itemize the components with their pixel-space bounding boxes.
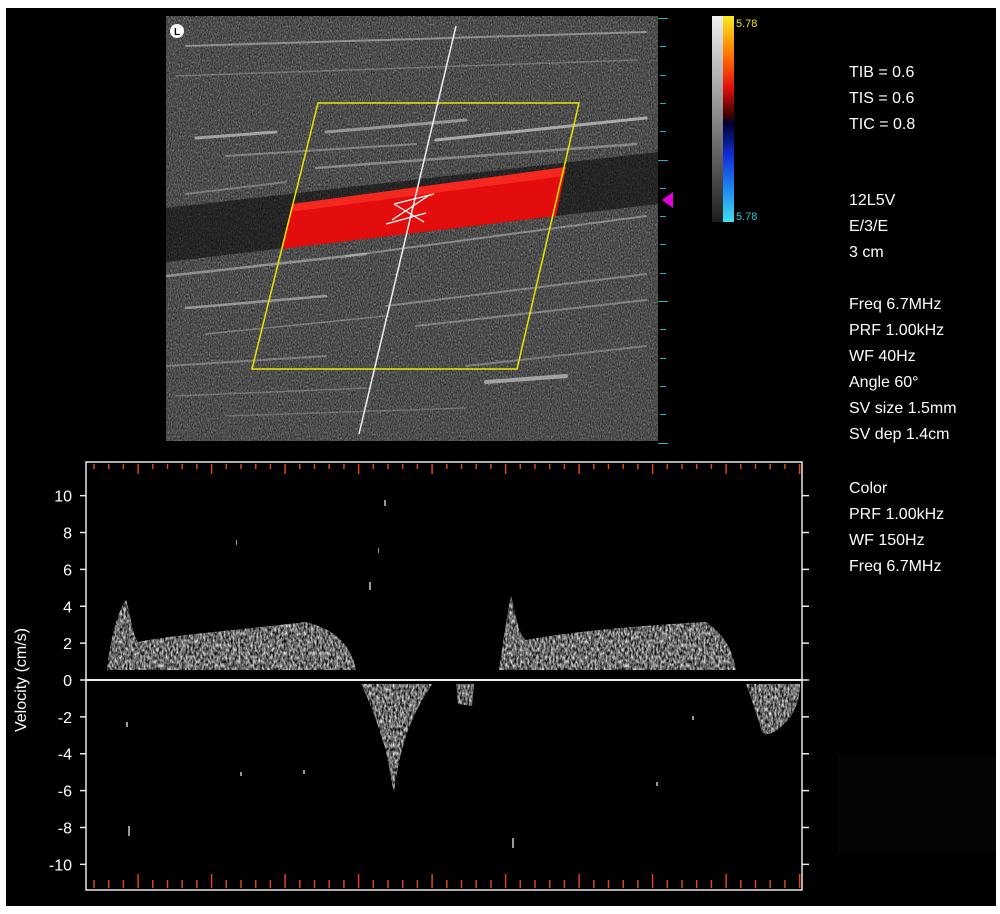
velocity-tick-label: 0 — [63, 673, 72, 690]
thermal-index-panel: TIB = 0.6 TIS = 0.6 TIC = 0.8 — [849, 60, 915, 138]
velocity-tick-label: -10 — [49, 857, 72, 874]
velocity-axis-labels: 10 8 6 4 2 0 -2 -4 -6 -8 -10 — [49, 489, 72, 875]
velocity-tick-label: 4 — [63, 599, 72, 616]
bmode-image: L — [166, 16, 658, 441]
depth-scale-tick — [660, 357, 666, 359]
depth-scale-tick — [660, 414, 666, 416]
depth-scale-tick — [658, 18, 668, 19]
pw-sv-size: SV size 1.5mm — [849, 400, 957, 417]
pw-freq: Freq 6.7MHz — [849, 296, 942, 313]
pw-prf: PRF 1.00kHz — [849, 322, 945, 339]
colorbar-min-label: 5.78 — [736, 211, 758, 223]
depth-scale-tick — [660, 131, 666, 133]
pw-sv-depth: SV dep 1.4cm — [849, 426, 950, 443]
velocity-tick-label: -2 — [58, 710, 72, 727]
depth-value: 3 cm — [849, 244, 884, 261]
pw-angle: Angle 60° — [849, 374, 919, 391]
velocity-tick-label: -6 — [58, 784, 72, 801]
depth-scale-tick — [660, 329, 666, 331]
tib-value: TIB = 0.6 — [849, 64, 915, 81]
depth-scale-tick — [658, 159, 668, 161]
spectral-doppler-panel: 10 8 6 4 2 0 -2 -4 -6 -8 -10 Velocity (cm/s) — [13, 461, 809, 891]
velocity-tick-label: -8 — [58, 820, 72, 837]
ultrasound-screen: L 5.78 5.78 TIB = 0.6 TIS = 0.6 TIC = 0.… — [6, 8, 996, 906]
pw-settings-panel: Freq 6.7MHz PRF 1.00kHz WF 40Hz Angle 60… — [849, 292, 957, 448]
probe-model: 12L5V — [849, 192, 896, 209]
depth-scale-tick — [660, 385, 666, 387]
velocity-tick-label: 8 — [63, 526, 72, 543]
velocity-tick-label: 2 — [63, 636, 72, 653]
depth-scale-tick — [660, 187, 666, 189]
spectral-frame — [85, 461, 803, 891]
tis-value: TIS = 0.6 — [849, 90, 915, 107]
velocity-tick-label: 6 — [63, 562, 72, 579]
depth-scale-tick — [660, 272, 666, 274]
svg-text:L: L — [174, 27, 180, 38]
depth-scale-tick — [658, 442, 668, 444]
probe-orientation-icon: L — [170, 24, 184, 38]
color-velocity-bar — [712, 16, 734, 222]
depth-scale-tick — [660, 46, 666, 48]
velocity-tick-label: 10 — [54, 489, 72, 506]
tic-value: TIC = 0.8 — [849, 116, 916, 133]
velocity-tick-label: -4 — [58, 747, 72, 764]
depth-scale-tick — [660, 216, 666, 218]
depth-scale-tick — [660, 244, 666, 246]
pw-wall-filter: WF 40Hz — [849, 348, 916, 365]
colorbar-max-label: 5.78 — [736, 18, 758, 30]
depth-scale-tick — [658, 301, 668, 302]
velocity-axis-title: Velocity (cm/s) — [13, 628, 30, 732]
focus-marker-triangle-icon[interactable] — [662, 192, 673, 208]
depth-scale-tick — [660, 74, 666, 76]
probe-info-panel: 12L5V E/3/E 3 cm — [849, 188, 895, 266]
preset-code: E/3/E — [849, 218, 889, 235]
depth-scale-tick — [660, 102, 666, 104]
